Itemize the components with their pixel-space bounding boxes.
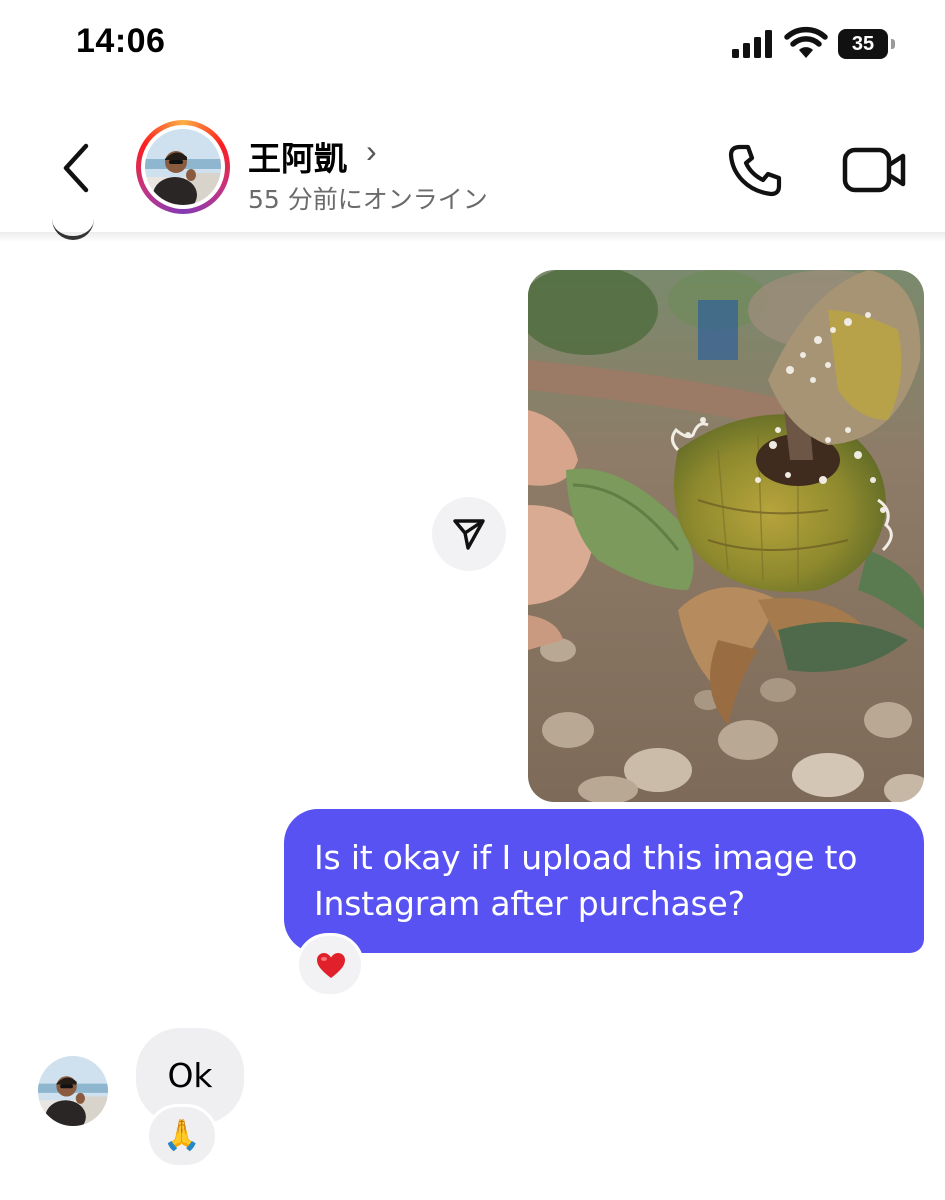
heart-emoji [317, 953, 345, 978]
chevron-right-icon[interactable]: › [366, 133, 377, 170]
heart-reaction[interactable] [296, 933, 364, 997]
online-status: 55 分前にオンライン [248, 185, 488, 214]
video-camera-icon[interactable] [842, 146, 908, 194]
sender-avatar[interactable] [38, 1056, 108, 1126]
signal-icon [732, 30, 772, 58]
avatar-photo [145, 129, 221, 205]
phone-icon[interactable] [726, 142, 784, 200]
header-divider [0, 232, 945, 242]
folded-hands-reaction[interactable]: 🙏 [146, 1104, 218, 1168]
share-button[interactable] [432, 497, 506, 571]
folded-hands-emoji: 🙏 [163, 1119, 201, 1152]
contact-avatar[interactable] [136, 120, 230, 214]
outgoing-message-bubble[interactable]: Is it okay if I upload this image to Ins… [284, 809, 924, 953]
photo-message[interactable] [528, 270, 924, 802]
succulent-plant-photo [528, 270, 924, 802]
send-icon [453, 519, 485, 550]
wifi-icon [784, 26, 828, 58]
contact-name[interactable]: 王阿凱 [248, 132, 347, 180]
back-chevron-icon[interactable] [56, 140, 96, 196]
outgoing-message-text: Is it okay if I upload this image to Ins… [314, 838, 858, 923]
battery-level: 35 [851, 33, 875, 55]
avatar-photo [38, 1056, 108, 1126]
battery-icon: 35 [838, 29, 898, 59]
status-time: 14:06 [76, 22, 166, 60]
